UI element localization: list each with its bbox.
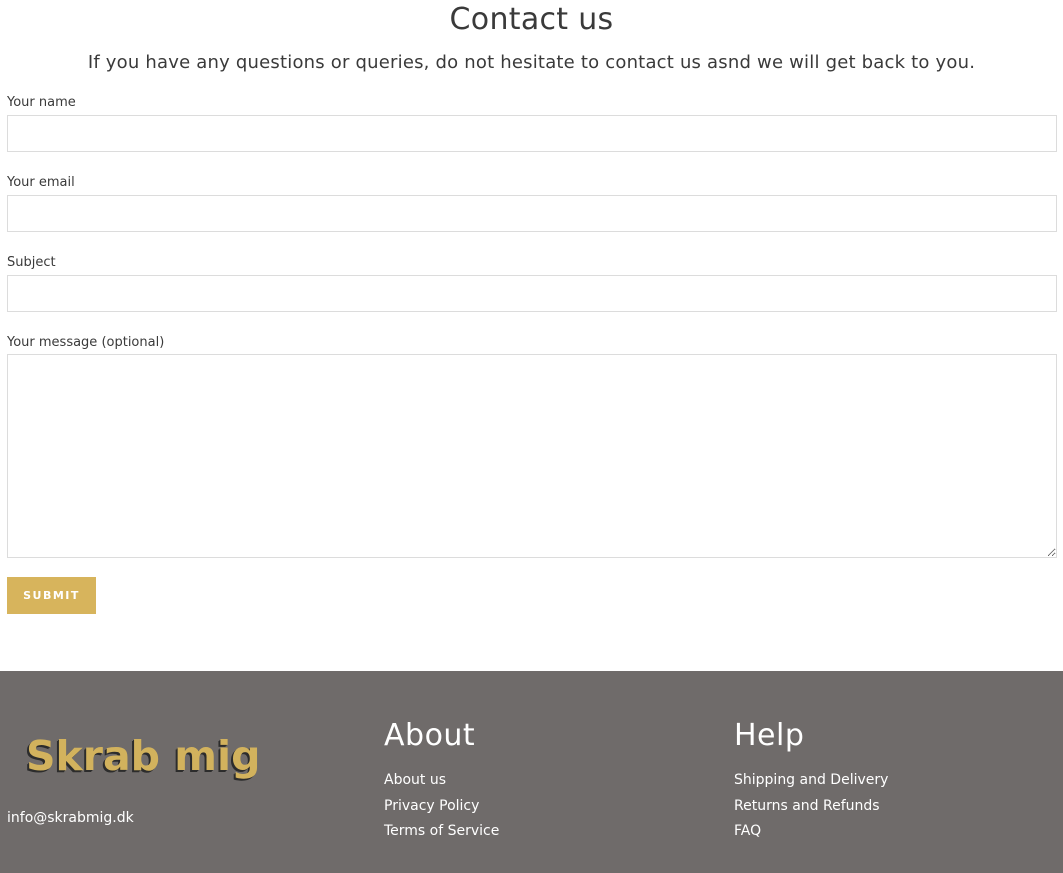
footer-link-about-us: About us [384, 772, 499, 798]
about-heading: About [384, 718, 476, 753]
message-label: Your message (optional) [7, 335, 165, 350]
footer-link-terms-of-service: Terms of Service [384, 823, 499, 849]
footer-link-privacy-policy: Privacy Policy [384, 798, 499, 824]
page-intro: If you have any questions or queries, do… [87, 52, 976, 73]
brand-logo[interactable]: Skrab mig [26, 732, 260, 780]
footer-link-faq: FAQ [734, 823, 888, 849]
terms-of-service-link[interactable]: Terms of Service [384, 823, 499, 839]
footer-link-returns: Returns and Refunds [734, 798, 888, 824]
about-us-link[interactable]: About us [384, 772, 446, 788]
privacy-policy-link[interactable]: Privacy Policy [384, 798, 479, 814]
name-label: Your name [7, 95, 76, 110]
shipping-delivery-link[interactable]: Shipping and Delivery [734, 772, 888, 788]
footer-link-shipping: Shipping and Delivery [734, 772, 888, 798]
help-links: Shipping and Delivery Returns and Refund… [734, 772, 888, 849]
faq-link[interactable]: FAQ [734, 823, 761, 839]
help-heading: Help [734, 718, 805, 753]
name-input[interactable] [7, 115, 1057, 152]
footer-email[interactable]: info@skrabmig.dk [7, 810, 134, 826]
subject-input[interactable] [7, 275, 1057, 312]
about-links: About us Privacy Policy Terms of Service [384, 772, 499, 849]
page-title: Contact us [449, 2, 614, 37]
site-footer: Skrab mig info@skrabmig.dk About About u… [0, 671, 1063, 873]
submit-button[interactable]: SUBMIT [7, 577, 96, 614]
subject-label: Subject [7, 255, 56, 270]
email-label: Your email [7, 175, 75, 190]
returns-refunds-link[interactable]: Returns and Refunds [734, 798, 880, 814]
email-input[interactable] [7, 195, 1057, 232]
message-textarea[interactable] [7, 354, 1057, 558]
